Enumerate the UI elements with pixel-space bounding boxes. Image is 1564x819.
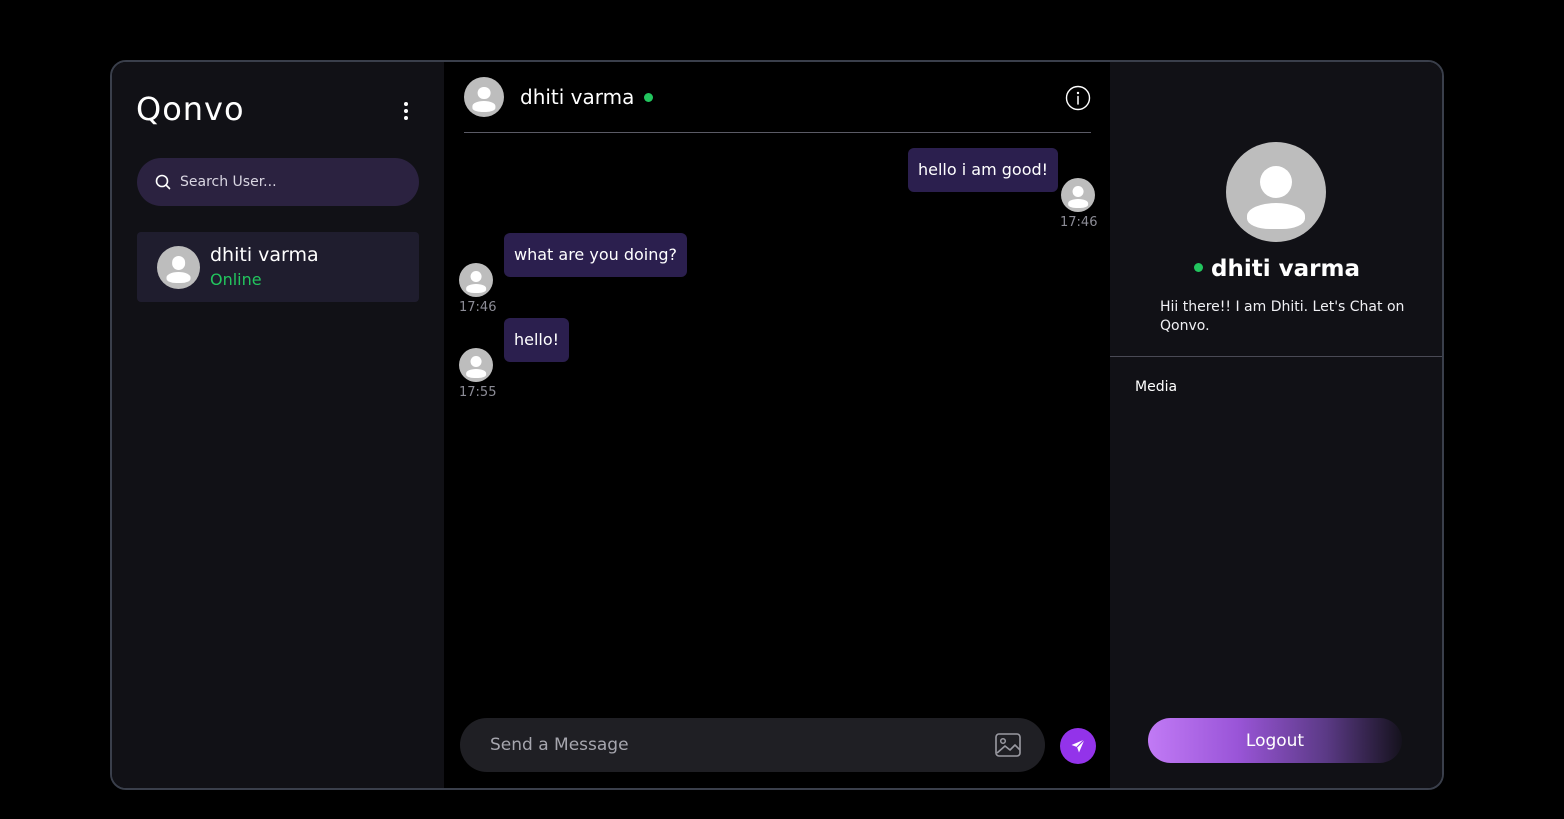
divider <box>1110 356 1442 357</box>
app-logo: Qonvo <box>136 90 245 128</box>
avatar <box>157 246 200 289</box>
profile-name: dhiti varma <box>1211 256 1360 282</box>
avatar <box>459 263 493 297</box>
logout-button[interactable]: Logout <box>1148 718 1402 763</box>
online-indicator <box>1194 263 1204 272</box>
profile-panel: dhiti varma Hii there!! I am Dhiti. Let'… <box>1110 62 1442 788</box>
user-list-item[interactable]: dhiti varma Online <box>137 232 419 302</box>
chat-panel: dhiti varma hello i am good! 17:46 what … <box>444 62 1110 788</box>
send-icon <box>1071 739 1085 753</box>
chat-title: dhiti varma <box>520 85 635 109</box>
avatar <box>464 77 504 117</box>
chat-header: dhiti varma <box>464 62 1091 133</box>
media-heading: Media <box>1135 379 1178 395</box>
online-indicator <box>644 93 653 102</box>
user-status: Online <box>210 270 262 289</box>
message-composer <box>460 718 1045 772</box>
profile-name-row: dhiti varma <box>1110 256 1442 282</box>
avatar <box>459 348 493 382</box>
image-upload-icon[interactable] <box>993 730 1023 760</box>
more-options-icon[interactable] <box>396 98 416 124</box>
search-icon <box>155 174 171 190</box>
info-icon[interactable] <box>1065 85 1091 111</box>
message-input[interactable] <box>490 718 970 772</box>
profile-bio: Hii there!! I am Dhiti. Let's Chat on Qo… <box>1160 299 1405 334</box>
send-button[interactable] <box>1060 728 1096 764</box>
user-name: dhiti varma <box>210 244 319 266</box>
message-time: 17:46 <box>1060 215 1098 230</box>
profile-avatar <box>1226 142 1326 242</box>
message-bubble: hello! <box>504 318 570 362</box>
search-bar[interactable] <box>137 158 419 206</box>
message-time: 17:46 <box>459 300 497 315</box>
sidebar: Qonvo dhiti varma Online <box>112 62 444 788</box>
message-time: 17:55 <box>459 385 497 400</box>
search-input[interactable] <box>180 174 400 190</box>
message-bubble: hello i am good! <box>908 148 1059 192</box>
message-bubble: what are you doing? <box>504 233 688 277</box>
avatar <box>1061 178 1095 212</box>
app-window: Qonvo dhiti varma Online dhiti varma <box>110 60 1444 790</box>
